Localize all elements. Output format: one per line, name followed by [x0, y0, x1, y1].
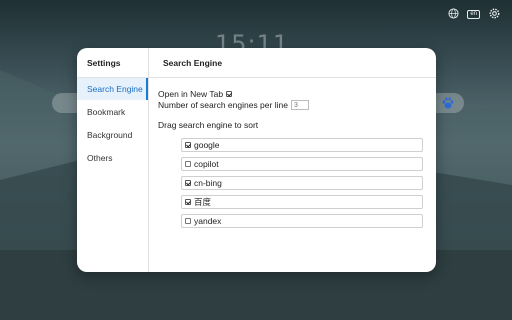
open-new-tab-row: Open in New Tab	[158, 89, 233, 99]
page-title: Search Engine	[163, 58, 223, 68]
drag-hint: Drag search engine to sort	[158, 120, 259, 130]
sidebar-item-others[interactable]: Others	[77, 147, 148, 169]
open-new-tab-checkbox[interactable]	[226, 91, 233, 97]
header-divider	[149, 77, 436, 78]
settings-gear-icon[interactable]	[488, 8, 500, 20]
engines-per-line-input[interactable]	[290, 100, 309, 110]
baidu-paw-icon[interactable]	[441, 96, 455, 110]
sidebar-item-background[interactable]: Background	[77, 124, 148, 146]
engine-item-copilot[interactable]: copilot	[181, 157, 423, 171]
engine-item-cn-bing[interactable]: cn-bing	[181, 176, 423, 190]
sidebar-item-bookmark[interactable]: Bookmark	[77, 101, 148, 123]
engine-checkbox[interactable]	[185, 218, 191, 224]
open-new-tab-label: Open in New Tab	[158, 89, 224, 99]
engine-checkbox[interactable]	[185, 199, 191, 205]
sidebar-item-search-engine[interactable]: Search Engine	[77, 78, 148, 100]
engine-item-baidu[interactable]: 百度	[181, 195, 423, 209]
engine-label: cn-bing	[194, 178, 222, 188]
globe-icon[interactable]	[447, 8, 459, 20]
engine-item-yandex[interactable]: yandex	[181, 214, 423, 228]
sidebar-title: Settings	[87, 58, 121, 68]
engine-checkbox[interactable]	[185, 161, 191, 167]
engine-checkbox[interactable]	[185, 142, 191, 148]
language-badge[interactable]: en	[467, 9, 480, 19]
engine-checkbox[interactable]	[185, 180, 191, 186]
engine-label: google	[194, 140, 220, 150]
engines-per-line-label: Number of search engines per line	[158, 100, 288, 110]
settings-sidebar: Settings Search Engine Bookmark Backgrou…	[77, 48, 149, 272]
settings-modal: Settings Search Engine Bookmark Backgrou…	[77, 48, 436, 272]
engine-label: 百度	[194, 197, 212, 207]
top-bar: en	[447, 8, 500, 20]
engines-per-line-row: Number of search engines per line	[158, 100, 309, 110]
engine-label: yandex	[194, 216, 222, 226]
engine-item-google[interactable]: google	[181, 138, 423, 152]
engine-label: copilot	[194, 159, 219, 169]
